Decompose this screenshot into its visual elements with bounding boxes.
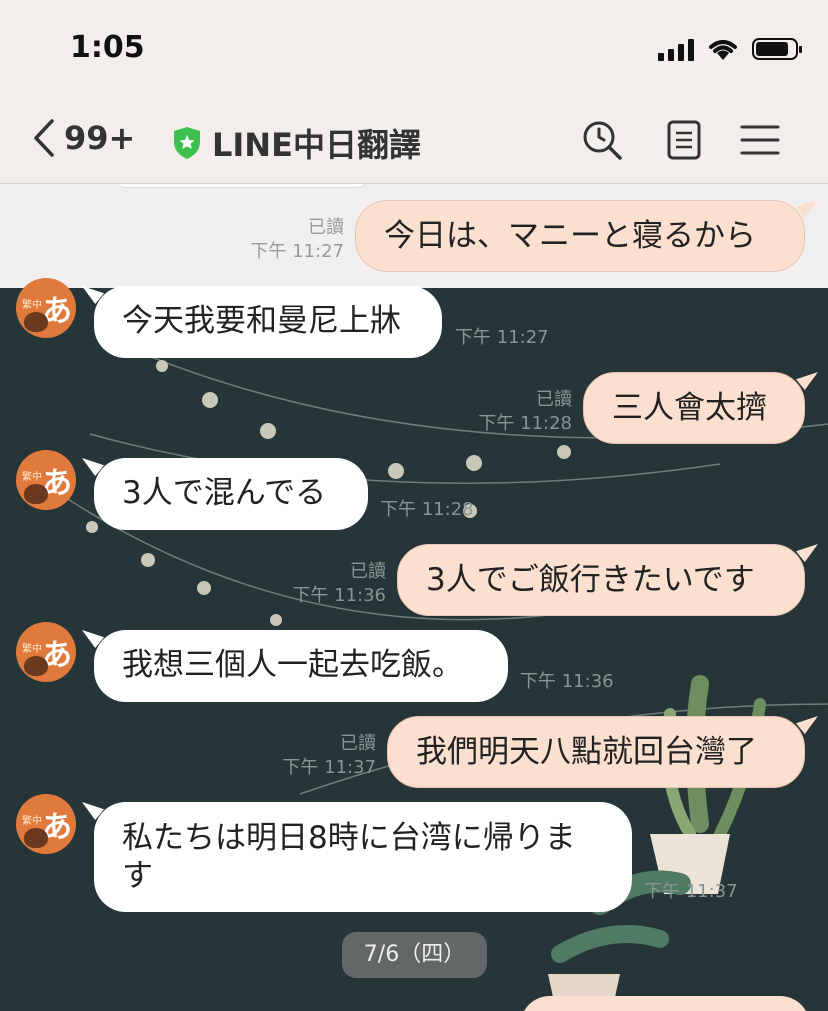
message-text: 我們明天八點就回台灣了 xyxy=(416,734,757,770)
previous-bubble-edge xyxy=(110,184,372,188)
unread-count: 99+ xyxy=(64,119,136,157)
message-text: 今日は、マニーと寝るから xyxy=(384,218,756,254)
message-bubble-incoming[interactable]: 3人で混んでる xyxy=(94,458,368,530)
message-meta: 已讀 下午 11:28 xyxy=(470,388,572,436)
avatar-badge: 繁中 xyxy=(22,472,42,483)
shield-star-icon xyxy=(174,127,200,159)
message-bubble-incoming[interactable]: 我想三個人一起去吃飯。 xyxy=(94,630,508,702)
status-time: 1:05 xyxy=(70,30,145,65)
read-status: 已讀 xyxy=(536,389,572,410)
chat-title: LINE中日翻譯 xyxy=(212,126,421,164)
message-time: 下午 11:36 xyxy=(520,671,614,692)
message-time: 下午 11:37 xyxy=(644,881,738,902)
signal-icon xyxy=(658,37,694,61)
wifi-icon xyxy=(709,40,737,60)
chat-title-area[interactable]: LINE中日翻譯 xyxy=(172,120,421,166)
read-status: 已讀 xyxy=(340,733,376,754)
notes-icon[interactable] xyxy=(662,118,706,162)
avatar-badge: 繁中 xyxy=(22,816,42,827)
status-bar: 1:05 xyxy=(0,0,828,100)
avatar[interactable]: 繁中 あ xyxy=(16,794,76,854)
message-text: 私たちは明日8時に台湾に帰ります xyxy=(122,820,576,894)
search-icon[interactable] xyxy=(580,118,624,162)
message-meta: 已讀 下午 11:37 xyxy=(272,732,376,780)
avatar[interactable]: 繁中 あ xyxy=(16,622,76,682)
read-status: 已讀 xyxy=(350,561,386,582)
avatar[interactable]: 繁中 あ xyxy=(16,450,76,510)
message-time: 下午 11:28 xyxy=(478,413,572,434)
back-chevron-icon xyxy=(34,119,54,157)
message-time: 下午 11:28 xyxy=(380,499,474,520)
avatar-badge: 繁中 xyxy=(22,300,42,311)
bear-icon xyxy=(24,484,48,504)
back-button[interactable]: 99+ xyxy=(32,118,135,158)
message-time: 下午 11:37 xyxy=(282,757,376,778)
message-time: 下午 11:27 xyxy=(455,327,549,348)
message-text: 3人でご飯行きたいです xyxy=(426,562,755,598)
chat-header: 99+ LINE中日翻譯 xyxy=(0,100,828,184)
message-bubble-incoming[interactable]: 私たちは明日8時に台湾に帰ります xyxy=(94,802,632,912)
battery-icon xyxy=(752,38,802,60)
message-text: 3人で混んでる xyxy=(122,475,327,511)
message-bubble-outgoing[interactable]: 3人でご飯行きたいです xyxy=(397,544,805,616)
message-bubble-incoming[interactable]: 今天我要和曼尼上牀 xyxy=(94,286,442,358)
message-meta: 已讀 下午 11:36 xyxy=(284,560,386,608)
message-time: 下午 11:27 xyxy=(250,241,344,262)
avatar[interactable]: 繁中 あ xyxy=(16,278,76,338)
message-time: 下午 11:36 xyxy=(292,585,386,606)
date-divider: 7/6（四） xyxy=(342,932,487,978)
read-status: 已讀 xyxy=(308,217,344,238)
message-bubble-outgoing-partial[interactable] xyxy=(520,996,810,1011)
message-meta: 已讀 下午 11:27 xyxy=(240,216,344,264)
menu-icon[interactable] xyxy=(738,118,782,162)
bear-icon xyxy=(24,312,48,332)
message-bubble-outgoing[interactable]: 三人會太擠 xyxy=(583,372,805,444)
bear-icon xyxy=(24,828,48,848)
message-text: 三人會太擠 xyxy=(612,390,767,426)
chat-area[interactable]: 已讀 下午 11:27 今日は、マニーと寝るから 繁中 あ 今天我要和曼尼上牀 … xyxy=(0,184,828,1011)
message-text: 今天我要和曼尼上牀 xyxy=(122,303,401,339)
message-bubble-outgoing[interactable]: 今日は、マニーと寝るから xyxy=(355,200,805,272)
status-icons xyxy=(658,36,802,62)
avatar-badge: 繁中 xyxy=(22,644,42,655)
message-bubble-outgoing[interactable]: 我們明天八點就回台灣了 xyxy=(387,716,805,788)
bear-icon xyxy=(24,656,48,676)
message-text: 我想三個人一起去吃飯。 xyxy=(122,647,463,683)
